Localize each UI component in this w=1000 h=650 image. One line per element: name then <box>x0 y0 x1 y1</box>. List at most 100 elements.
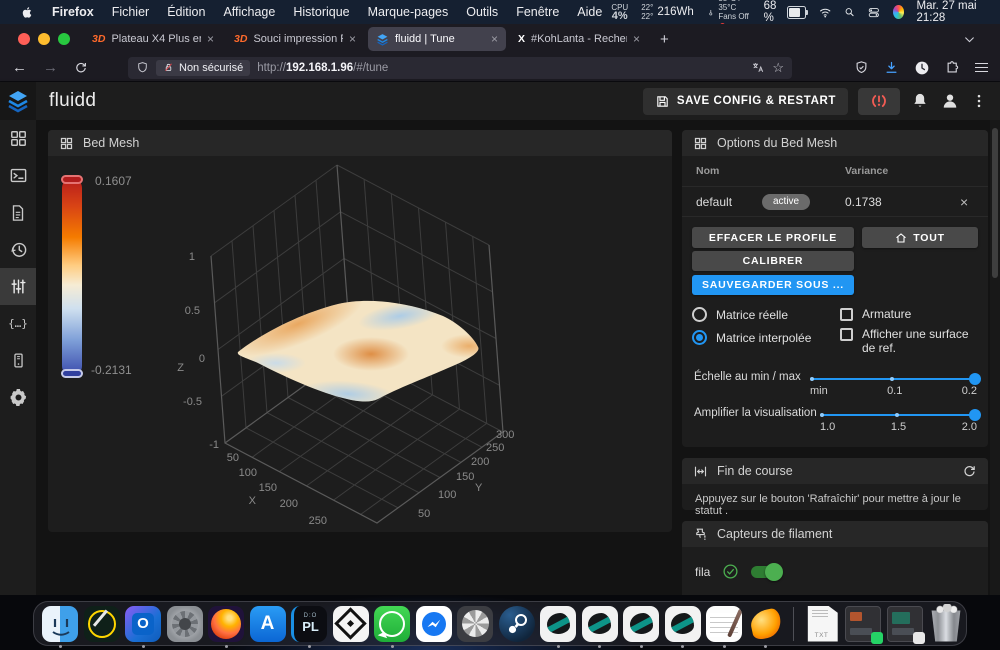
minimize-window-button[interactable] <box>38 33 50 45</box>
tab-kohlanta-x[interactable]: X #KohLanta - Recherche / X × <box>510 27 648 51</box>
translate-icon[interactable] <box>751 61 765 74</box>
apple-menu[interactable] <box>12 5 43 20</box>
profile-row-default[interactable]: default active 0.1738 × <box>682 187 988 217</box>
tab-fluidd-active[interactable]: fluidd | Tune × <box>368 27 506 51</box>
save-as-button[interactable]: SAUVEGARDER SOUS ... <box>692 275 854 295</box>
cpu-status[interactable]: CPU4% <box>611 3 628 21</box>
colorwheel-app-icon[interactable] <box>893 5 904 19</box>
sidebar-item-dashboard[interactable] <box>0 120 36 157</box>
menubar-clock[interactable]: Mar. 27 mai 21:28 <box>917 0 989 24</box>
sidebar-item-settings[interactable] <box>0 379 36 416</box>
menu-marque-pages[interactable]: Marque-pages <box>359 5 458 19</box>
dock-minimized-window[interactable] <box>844 605 882 643</box>
dock-orca-slicer[interactable] <box>581 605 619 643</box>
overflow-dots-icon[interactable] <box>970 92 988 110</box>
dock-firefox[interactable] <box>207 605 245 643</box>
notifications-bell-icon[interactable] <box>910 91 930 111</box>
dock-whatsapp[interactable] <box>373 605 411 643</box>
dock-steam[interactable] <box>498 605 536 643</box>
sidebar-item-system[interactable] <box>0 342 36 379</box>
menu-fenetre[interactable]: Fenêtre <box>507 5 568 19</box>
menu-affichage[interactable]: Affichage <box>214 5 284 19</box>
dock-bambu-studio[interactable] <box>332 605 370 643</box>
close-window-button[interactable] <box>18 33 30 45</box>
new-tab-button[interactable]: + <box>660 31 669 48</box>
menu-historique[interactable]: Historique <box>284 5 358 19</box>
close-tab-icon[interactable]: × <box>207 32 214 46</box>
remove-profile-icon[interactable]: × <box>960 194 968 210</box>
close-tab-icon[interactable]: × <box>491 32 498 46</box>
fluidd-logo[interactable] <box>0 82 36 120</box>
content-scrollbar[interactable] <box>990 120 1000 595</box>
dock-fan-control[interactable] <box>456 605 494 643</box>
menu-firefox[interactable]: Firefox <box>43 5 103 19</box>
scrollbar-thumb[interactable] <box>992 128 998 278</box>
dock-pl-app[interactable]: D:OPL <box>290 605 328 643</box>
dock-app-cleaner[interactable] <box>83 605 121 643</box>
refresh-icon[interactable] <box>962 464 977 479</box>
menu-fichier[interactable]: Fichier <box>103 5 159 19</box>
bookmark-star-icon[interactable]: ☆ <box>772 60 784 76</box>
download-icon[interactable] <box>884 60 899 75</box>
menu-hamburger-icon[interactable] <box>975 63 988 73</box>
dock-orca-slicer[interactable] <box>664 605 702 643</box>
save-config-restart-button[interactable]: SAVE CONFIG & RESTART <box>643 88 848 115</box>
scale-slider[interactable] <box>810 378 975 380</box>
sidebar-item-console[interactable] <box>0 157 36 194</box>
dock-outlook[interactable]: O <box>124 605 162 643</box>
boost-slider-knob[interactable] <box>969 409 981 421</box>
clear-profile-button[interactable]: EFFACER LE PROFILE <box>692 227 854 248</box>
bed-mesh-plot[interactable]: 0.1607 -0.2131 <box>48 156 672 532</box>
back-button[interactable]: ← <box>12 60 27 75</box>
menu-outils[interactable]: Outils <box>457 5 507 19</box>
radio-interpolated-matrix[interactable]: Matrice interpolée <box>692 330 811 345</box>
dock-trash[interactable] <box>927 605 965 643</box>
energy-status[interactable]: 22°22° 216Wh <box>641 3 694 21</box>
boost-slider[interactable] <box>820 414 975 416</box>
sidebar-item-configuration[interactable]: {…} <box>0 305 36 342</box>
emergency-stop-button[interactable] <box>858 88 900 115</box>
dock-phoenix-app[interactable] <box>747 605 785 643</box>
home-all-button[interactable]: TOUT <box>862 227 978 248</box>
dock-app-store[interactable]: A <box>249 605 287 643</box>
security-chip[interactable]: Non sécurisé <box>156 60 250 76</box>
filament-sensor-toggle[interactable] <box>751 566 781 578</box>
dock-orca-slicer[interactable] <box>622 605 660 643</box>
control-center-icon[interactable] <box>868 6 880 19</box>
radio-real-matrix[interactable]: Matrice réelle <box>692 307 788 322</box>
account-person-icon[interactable] <box>940 91 960 111</box>
spotlight-search-icon[interactable] <box>844 5 855 19</box>
close-tab-icon[interactable]: × <box>633 32 640 46</box>
dock-finder[interactable] <box>41 605 79 643</box>
reload-button[interactable] <box>74 61 88 75</box>
tab-plateau-x4[interactable]: 3D Plateau X4 Plus endommagé - A × <box>84 27 222 51</box>
dock-textedit[interactable] <box>705 605 743 643</box>
dock-messenger[interactable] <box>415 605 453 643</box>
screen-time-clock-icon[interactable] <box>914 60 930 76</box>
wifi-icon[interactable] <box>819 6 831 19</box>
dock-minimized-window[interactable] <box>886 605 924 643</box>
zoom-window-button[interactable] <box>58 33 70 45</box>
extensions-puzzle-icon[interactable] <box>945 60 960 75</box>
battery-status[interactable]: 68 % <box>764 0 806 24</box>
url-bar[interactable]: Non sécurisé http://192.168.1.96/#/tune … <box>128 57 792 79</box>
checkbox-wireframe[interactable]: Armature <box>840 307 911 321</box>
dock-txt-document[interactable]: TXT <box>803 605 841 643</box>
menu-edition[interactable]: Édition <box>158 5 214 19</box>
calibrate-button[interactable]: CALIBRER <box>692 251 854 271</box>
shield-icon[interactable] <box>136 61 149 74</box>
dock-system-settings[interactable] <box>166 605 204 643</box>
checkbox-flat-surface[interactable]: Afficher une surface de ref. <box>840 327 980 355</box>
scale-slider-knob[interactable] <box>969 373 981 385</box>
tab-souci-impression[interactable]: 3D Souci impression PETG, décolle × <box>226 27 364 51</box>
list-all-tabs-chevron-icon[interactable] <box>963 33 976 46</box>
protections-shield-icon[interactable] <box>854 60 869 75</box>
url-text[interactable]: http://192.168.1.96/#/tune <box>257 62 388 74</box>
sidebar-item-jobs[interactable] <box>0 194 36 231</box>
dock-orca-slicer[interactable] <box>539 605 577 643</box>
sidebar-item-history[interactable] <box>0 231 36 268</box>
menu-aide[interactable]: Aide <box>568 5 611 19</box>
close-tab-icon[interactable]: × <box>349 32 356 46</box>
forward-button[interactable]: → <box>43 60 58 75</box>
sidebar-item-tune[interactable] <box>0 268 36 305</box>
